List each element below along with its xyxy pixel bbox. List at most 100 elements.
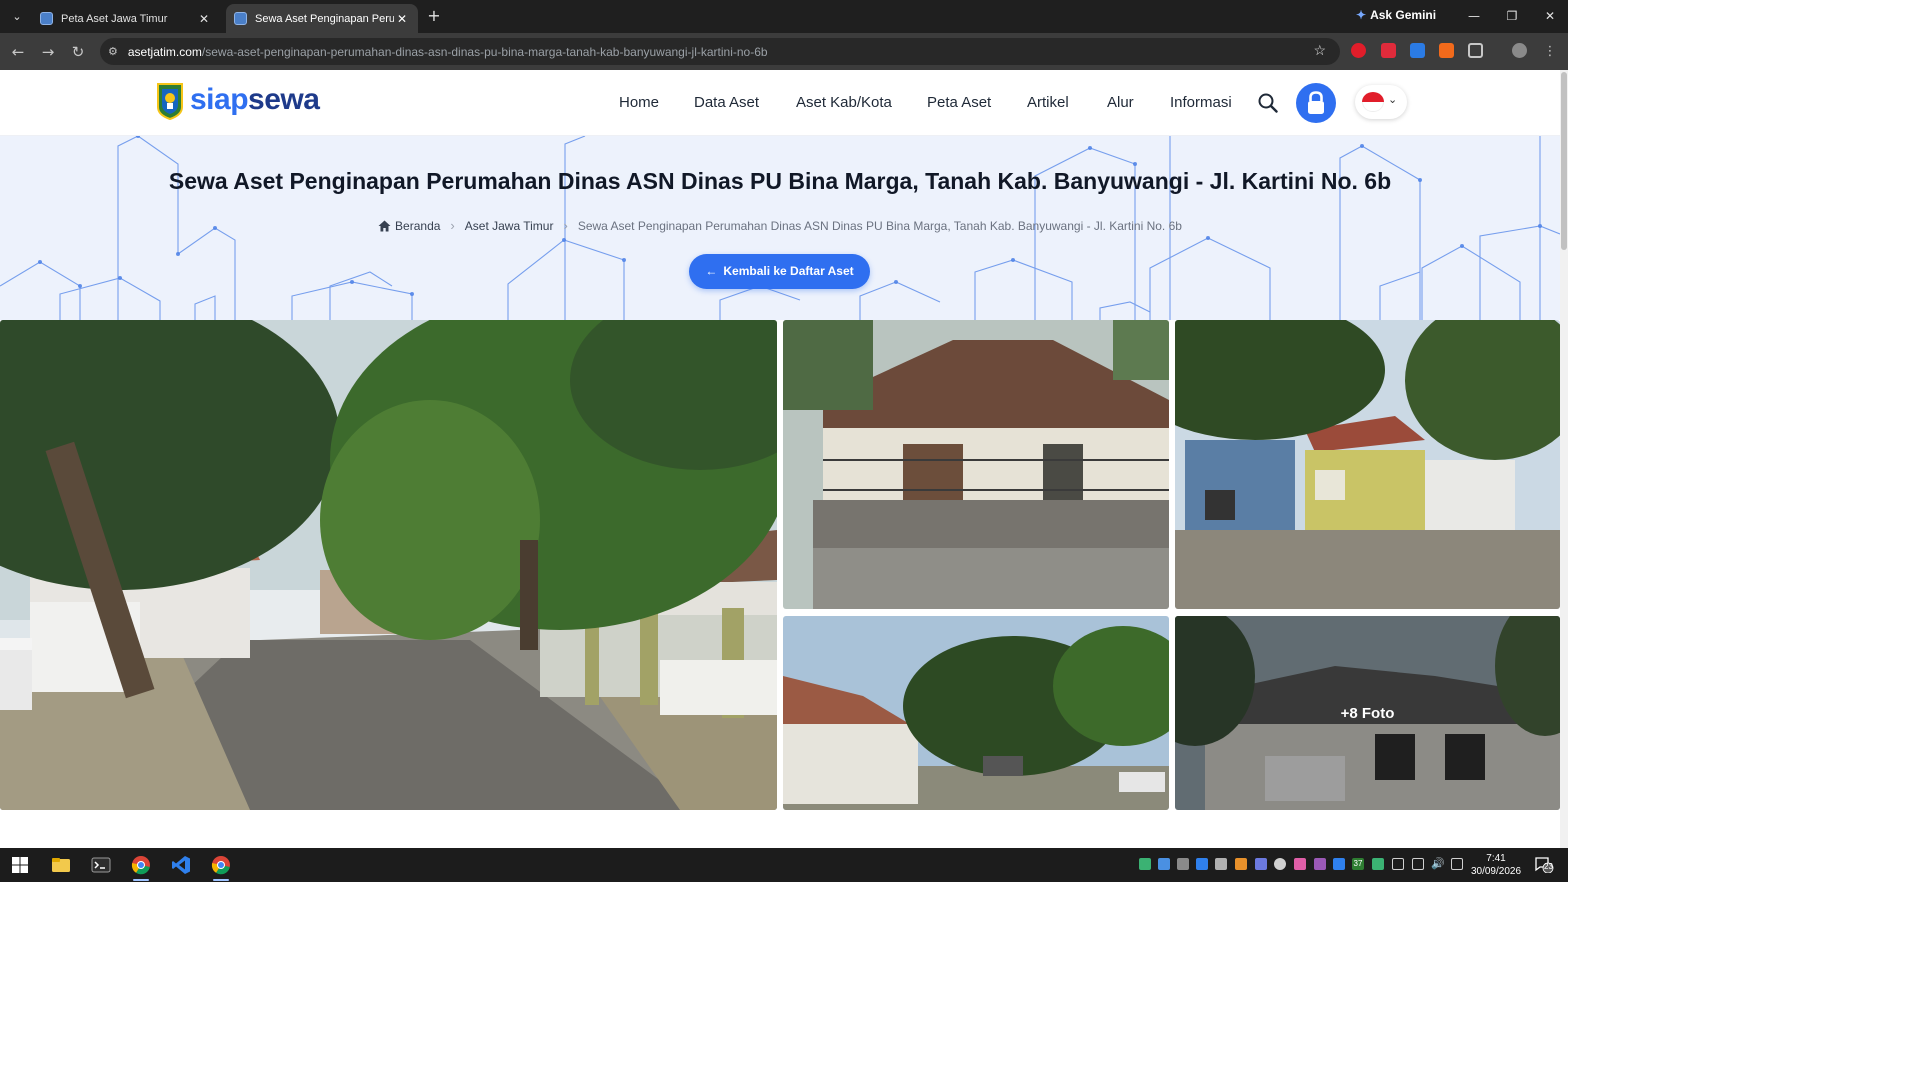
vscode-icon[interactable]	[171, 855, 191, 875]
network-icon[interactable]	[1412, 858, 1424, 870]
back-arrow-icon[interactable]: ←	[8, 42, 28, 62]
tray-app-icon[interactable]	[1139, 858, 1151, 870]
forward-arrow-icon[interactable]: →	[38, 42, 58, 62]
browser-tab-sewa-aset[interactable]: Sewa Aset Penginapan Perumah ✕	[226, 4, 418, 33]
tab-close-icon[interactable]: ✕	[394, 12, 410, 26]
indonesia-flag-icon	[1362, 92, 1384, 112]
tray-shield-icon[interactable]	[1255, 858, 1267, 870]
home-icon	[378, 220, 391, 232]
tray-app-icon[interactable]	[1372, 858, 1384, 870]
chrome-icon[interactable]	[131, 855, 151, 875]
notification-center-icon[interactable]: 23	[1534, 857, 1554, 874]
page-hero: Sewa Aset Penginapan Perumahan Dinas ASN…	[0, 136, 1560, 320]
breadcrumb-separator-icon: ›	[563, 218, 568, 233]
profile-avatar-icon[interactable]	[1512, 43, 1527, 58]
bookmark-star-icon[interactable]: ☆	[1313, 42, 1326, 59]
extension-orange-icon[interactable]	[1439, 43, 1454, 58]
site-logo[interactable]: siapsewa	[190, 83, 320, 117]
site-favicon-icon	[234, 12, 247, 25]
language-selector[interactable]: ⌄	[1355, 85, 1407, 119]
search-icon[interactable]	[1257, 92, 1279, 114]
tray-cloud-icon[interactable]	[1177, 858, 1189, 870]
tray-pen-icon[interactable]	[1314, 858, 1326, 870]
back-button-label: Kembali ke Daftar Aset	[723, 264, 854, 278]
site-header: siapsewa Home Data Aset Aset Kab/Kota Pe…	[0, 70, 1560, 136]
nav-data-aset[interactable]: Data Aset	[694, 94, 759, 111]
new-tab-plus-icon[interactable]: +	[424, 6, 444, 26]
logo-part-sewa: sewa	[248, 83, 320, 116]
restore-icon[interactable]: ❐	[1502, 7, 1522, 25]
nav-alur[interactable]: Alur	[1107, 94, 1134, 111]
more-photos-label: +8 Foto	[1340, 704, 1395, 722]
ask-gemini-button[interactable]: ✦ Ask Gemini	[1356, 8, 1436, 22]
close-window-icon[interactable]: ✕	[1540, 7, 1560, 25]
tray-app-icon[interactable]	[1158, 858, 1170, 870]
address-bar[interactable]: ⚙ asetjatim.com/sewa-aset-penginapan-per…	[100, 38, 1340, 65]
minimize-icon[interactable]: —	[1464, 7, 1484, 25]
gemini-spark-icon: ✦	[1356, 8, 1367, 22]
chrome-profile-icon[interactable]	[211, 855, 231, 875]
browser-toolbar: ← → ↻ ⚙ asetjatim.com/sewa-aset-penginap…	[0, 33, 1568, 70]
photo-gallery: +8 Foto	[0, 320, 1560, 810]
gallery-photo-main[interactable]	[0, 320, 777, 810]
more-photos-overlay[interactable]: +8 Foto	[1175, 616, 1560, 810]
tray-app-icon[interactable]	[1294, 858, 1306, 870]
tray-chart-icon[interactable]	[1215, 858, 1227, 870]
site-info-icon[interactable]: ⚙	[108, 45, 118, 58]
chevron-down-icon: ⌄	[1388, 93, 1398, 106]
chrome-running-indicator	[213, 879, 229, 881]
chrome-menu-icon[interactable]: ⋮	[1540, 42, 1560, 62]
nav-home[interactable]: Home	[619, 94, 659, 111]
tray-window-icon[interactable]	[1392, 858, 1404, 870]
login-button[interactable]	[1296, 83, 1336, 123]
tray-app-icon[interactable]	[1235, 858, 1247, 870]
nav-peta-aset[interactable]: Peta Aset	[927, 94, 991, 111]
extensions-puzzle-icon[interactable]	[1468, 43, 1483, 58]
url-host: asetjatim.com	[127, 44, 202, 59]
extension-red-icon[interactable]	[1351, 43, 1366, 58]
tab-title: Peta Aset Jawa Timur	[61, 12, 168, 25]
reload-icon[interactable]: ↻	[68, 42, 88, 62]
clock-date: 30/09/2026	[1470, 866, 1522, 877]
taskbar-clock[interactable]: 7:41 30/09/2026	[1466, 852, 1526, 878]
windows-start-icon[interactable]	[10, 855, 30, 875]
windows-taskbar: 37 🔊 7:41 30/09/2026 23	[0, 848, 1568, 882]
display-icon[interactable]	[1451, 858, 1463, 870]
tray-app-icon[interactable]	[1196, 858, 1208, 870]
lock-icon	[1308, 91, 1324, 114]
terminal-icon[interactable]	[91, 855, 111, 875]
gallery-photo-5[interactable]: +8 Foto	[1175, 616, 1560, 810]
gallery-photo-2[interactable]	[783, 320, 1169, 609]
ask-gemini-label: Ask Gemini	[1370, 8, 1437, 22]
extension-s-icon[interactable]	[1410, 43, 1425, 58]
tab-title: Sewa Aset Penginapan Perumah	[255, 12, 394, 25]
clock-time: 7:41	[1486, 853, 1506, 864]
file-explorer-icon[interactable]	[51, 855, 71, 875]
tab-search-dropdown-icon[interactable]: ⌄	[6, 6, 28, 28]
nav-informasi[interactable]: Informasi	[1170, 94, 1232, 111]
volume-icon[interactable]: 🔊	[1431, 858, 1445, 870]
tab-close-icon[interactable]: ✕	[196, 12, 212, 26]
browser-tab-peta-aset[interactable]: Peta Aset Jawa Timur ✕	[32, 4, 220, 33]
gallery-photo-3[interactable]	[1175, 320, 1560, 609]
notification-count: 23	[1544, 862, 1553, 871]
breadcrumb-beranda[interactable]: Beranda	[395, 219, 440, 233]
page-title: Sewa Aset Penginapan Perumahan Dinas ASN…	[168, 168, 1392, 194]
breadcrumb-aset-jawa-timur[interactable]: Aset Jawa Timur	[465, 219, 554, 233]
page-below-gallery	[0, 810, 1560, 848]
gallery-photo-4[interactable]	[783, 616, 1169, 810]
extension-video-icon[interactable]	[1381, 43, 1396, 58]
arrow-left-icon: ←	[705, 264, 718, 278]
site-favicon-icon	[40, 12, 53, 25]
nav-aset-kab-kota[interactable]: Aset Kab/Kota	[796, 94, 892, 111]
nav-artikel[interactable]: Artikel	[1027, 94, 1069, 111]
jatim-emblem-logo-icon[interactable]	[155, 81, 185, 121]
page-scrollbar-thumb[interactable]	[1561, 72, 1567, 250]
breadcrumb-separator-icon: ›	[450, 218, 455, 233]
breadcrumb-current-page: Sewa Aset Penginapan Perumahan Dinas ASN…	[577, 219, 1182, 233]
bluetooth-icon[interactable]	[1333, 858, 1345, 870]
chrome-active-indicator	[133, 879, 149, 881]
back-to-list-button[interactable]: ← Kembali ke Daftar Aset	[689, 254, 870, 289]
tray-badge-icon[interactable]: 37	[1352, 858, 1364, 870]
tray-app-icon[interactable]	[1274, 858, 1286, 870]
